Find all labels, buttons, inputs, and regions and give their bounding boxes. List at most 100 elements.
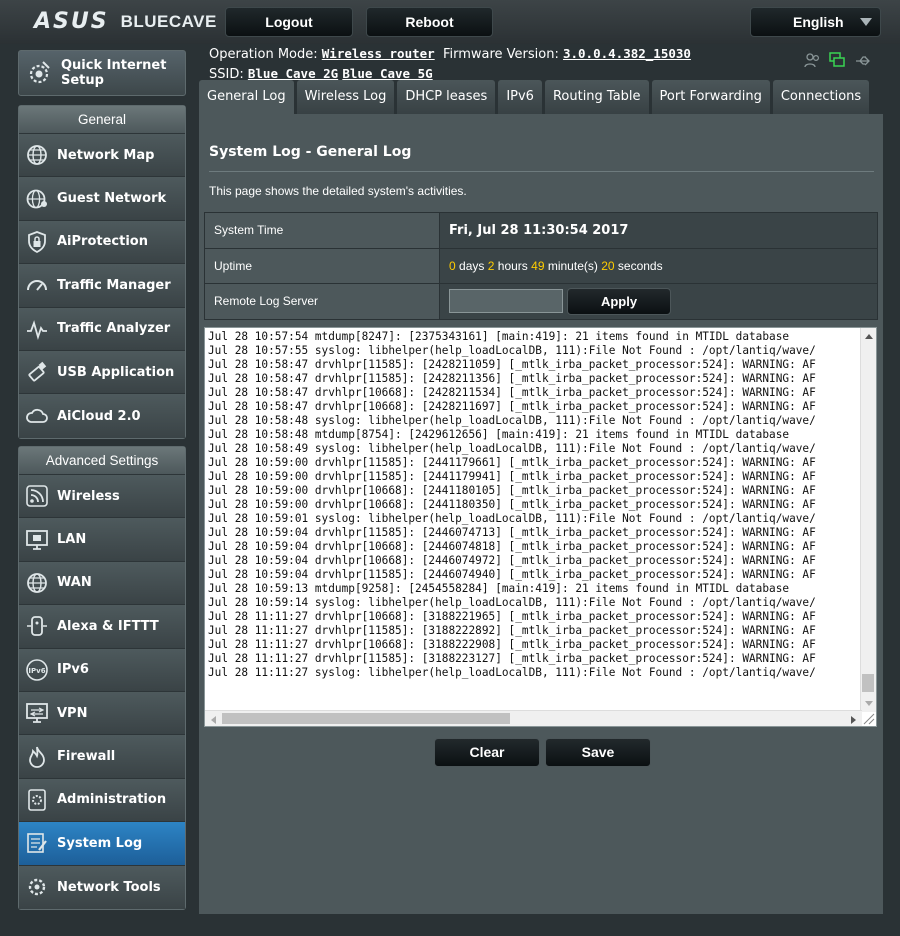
sidebar-item-aicloud[interactable]: AiCloud 2.0 xyxy=(19,394,185,438)
log-line: Jul 28 10:59:01 syslog: libhelper(help_l… xyxy=(208,512,816,525)
sidebar-item-label: IPv6 xyxy=(57,662,89,678)
sidebar-item-quick-internet-setup[interactable]: Quick Internet Setup xyxy=(18,50,186,96)
globe-wan-icon xyxy=(27,573,47,593)
scroll-right-icon[interactable] xyxy=(850,715,858,725)
sidebar-item-guest-network[interactable]: Guest Network xyxy=(19,177,185,221)
uptime-hours: 2 xyxy=(487,258,495,273)
op-mode-link[interactable]: Wireless router xyxy=(322,46,435,61)
fw-link[interactable]: 3.0.0.4.382_15030 xyxy=(563,46,691,61)
sidebar-advanced-header: Advanced Settings xyxy=(19,447,185,475)
op-mode-label: Operation Mode: xyxy=(209,47,318,62)
system-time-label: System Time xyxy=(204,212,440,249)
log-line: Jul 28 10:58:48 mtdump[8754]: [242961265… xyxy=(208,428,790,441)
log-line: Jul 28 11:11:27 syslog: libhelper(help_l… xyxy=(208,666,816,679)
ssid-2g-link[interactable]: Blue_Cave_2G xyxy=(248,66,338,81)
log-line: Jul 28 10:59:04 drvhlpr[10668]: [2446074… xyxy=(208,554,816,567)
sidebar-item-vpn[interactable]: VPN xyxy=(19,691,185,736)
horizontal-scroll-thumb[interactable] xyxy=(222,713,510,724)
tab-dhcp-leases[interactable]: DHCP leases xyxy=(397,80,496,114)
table-row: Uptime 0 days 2 hours 49 minute(s) 20 sec… xyxy=(204,247,878,284)
sidebar-item-label: VPN xyxy=(57,705,88,721)
uptime-value: 0 days 2 hours 49 minute(s) 20 seconds xyxy=(439,247,878,284)
sidebar-item-label: Traffic Manager xyxy=(57,277,171,293)
sidebar-item-network-map[interactable]: Network Map xyxy=(19,134,185,178)
tab-wireless-log[interactable]: Wireless Log xyxy=(296,80,395,114)
sidebar-item-ipv6[interactable]: IPv6 IPv6 xyxy=(19,648,185,692)
sidebar-item-label: WAN xyxy=(57,575,92,591)
tab-general-log[interactable]: General Log xyxy=(199,80,294,114)
ssid-5g-link[interactable]: Blue_Cave_5G xyxy=(342,66,432,81)
svg-text:IPv6: IPv6 xyxy=(28,667,45,675)
scroll-up-icon[interactable] xyxy=(864,332,874,340)
chevron-down-icon xyxy=(860,18,872,26)
log-textarea[interactable]: Jul 28 10:57:54 mtdump[8247]: [237534316… xyxy=(204,327,877,727)
sidebar-general-group: General Network Map Guest Network AiProt… xyxy=(18,105,186,439)
sidebar-item-system-log[interactable]: System Log xyxy=(19,822,185,866)
internet-status-icon[interactable] xyxy=(829,52,846,69)
sidebar-item-aiprotection[interactable]: AiProtection xyxy=(19,220,185,265)
log-line: Jul 28 10:59:00 drvhlpr[11585]: [2441179… xyxy=(208,456,816,469)
sidebar-item-traffic-manager[interactable]: Traffic Manager xyxy=(19,264,185,308)
status-icons xyxy=(804,52,871,69)
tab-routing-table[interactable]: Routing Table xyxy=(544,80,649,114)
logout-button[interactable]: Logout xyxy=(225,7,353,37)
wifi-icon xyxy=(26,485,48,507)
page-description: This page shows the detailed system's ac… xyxy=(209,184,467,198)
tab-ipv6[interactable]: IPv6 xyxy=(498,80,542,114)
log-content: Jul 28 10:57:54 mtdump[8247]: [237534316… xyxy=(208,330,816,680)
resize-grip-icon[interactable] xyxy=(861,711,875,725)
sidebar-item-label: Guest Network xyxy=(57,191,167,207)
sidebar-item-wan[interactable]: WAN xyxy=(19,561,185,606)
log-line: Jul 28 11:11:27 drvhlpr[10668]: [3188222… xyxy=(208,638,816,651)
scroll-left-icon[interactable] xyxy=(209,715,217,725)
fw-label: Firmware Version: xyxy=(442,47,559,62)
uptime-days-unit: days xyxy=(459,258,485,273)
log-line: Jul 28 10:59:00 drvhlpr[10668]: [2441180… xyxy=(208,498,816,511)
log-line: Jul 28 10:57:54 mtdump[8247]: [237534316… xyxy=(208,330,790,343)
sidebar-item-label: AiProtection xyxy=(57,234,148,250)
horizontal-scrollbar[interactable] xyxy=(205,710,862,726)
usb-status-icon[interactable] xyxy=(854,52,871,69)
sidebar-advanced-group: Advanced Settings Wireless LAN WAN Alexa… xyxy=(18,446,186,910)
sidebar-item-lan[interactable]: LAN xyxy=(19,518,185,562)
save-button[interactable]: Save xyxy=(545,738,651,767)
scroll-down-icon[interactable] xyxy=(864,700,874,708)
sidebar-general-header: General xyxy=(19,106,185,134)
remote-log-input[interactable] xyxy=(449,289,563,314)
log-line: Jul 28 11:11:27 drvhlpr[11585]: [3188222… xyxy=(208,624,816,637)
vertical-scroll-thumb[interactable] xyxy=(862,674,874,692)
language-select[interactable]: English xyxy=(750,7,881,37)
model-name: BLUECAVE xyxy=(120,11,217,31)
sidebar-item-wireless[interactable]: Wireless xyxy=(19,475,185,519)
content-panel: System Log - General Log This page shows… xyxy=(199,114,883,914)
log-line: Jul 28 10:57:55 syslog: libhelper(help_l… xyxy=(208,344,816,357)
log-line: Jul 28 10:58:47 drvhlpr[11585]: [2428211… xyxy=(208,358,816,371)
sidebar-item-usb-application[interactable]: USB Application xyxy=(19,350,185,395)
ipv6-icon: IPv6 xyxy=(26,658,48,681)
sidebar-item-traffic-analyzer[interactable]: Traffic Analyzer xyxy=(19,307,185,351)
reboot-button[interactable]: Reboot xyxy=(366,7,493,37)
cloud-icon xyxy=(26,408,48,423)
clear-button[interactable]: Clear xyxy=(434,738,540,767)
sidebar-item-administration[interactable]: Administration xyxy=(19,778,185,823)
flame-icon xyxy=(29,746,45,768)
sidebar-item-network-tools[interactable]: Network Tools xyxy=(19,865,185,909)
sidebar-item-label: Administration xyxy=(57,792,167,808)
log-line: Jul 28 10:59:04 drvhlpr[10668]: [2446074… xyxy=(208,540,816,553)
tab-connections[interactable]: Connections xyxy=(772,80,870,114)
log-settings-table: System Time Fri, Jul 28 11:30:54 2017 Upt… xyxy=(204,212,878,320)
tools-gear-icon xyxy=(28,879,46,896)
top-bar: ASUS BLUECAVE Logout Reboot English xyxy=(0,0,900,44)
vertical-scrollbar[interactable] xyxy=(860,328,876,712)
sidebar-item-alexa-ifttt[interactable]: Alexa & IFTTT xyxy=(19,605,185,649)
sidebar-item-firewall[interactable]: Firewall xyxy=(19,735,185,779)
log-line: Jul 28 10:59:14 syslog: libhelper(help_l… xyxy=(208,596,816,609)
tab-port-forwarding[interactable]: Port Forwarding xyxy=(651,80,770,114)
sidebar-item-label: Alexa & IFTTT xyxy=(57,618,159,634)
sidebar-item-label: AiCloud 2.0 xyxy=(57,408,141,424)
log-tabs: General Log Wireless Log DHCP leases IPv… xyxy=(199,80,870,114)
monitor-vpn-icon xyxy=(26,703,48,724)
apply-button[interactable]: Apply xyxy=(567,287,671,315)
clients-icon[interactable] xyxy=(804,52,821,69)
globe-icon xyxy=(27,145,47,166)
